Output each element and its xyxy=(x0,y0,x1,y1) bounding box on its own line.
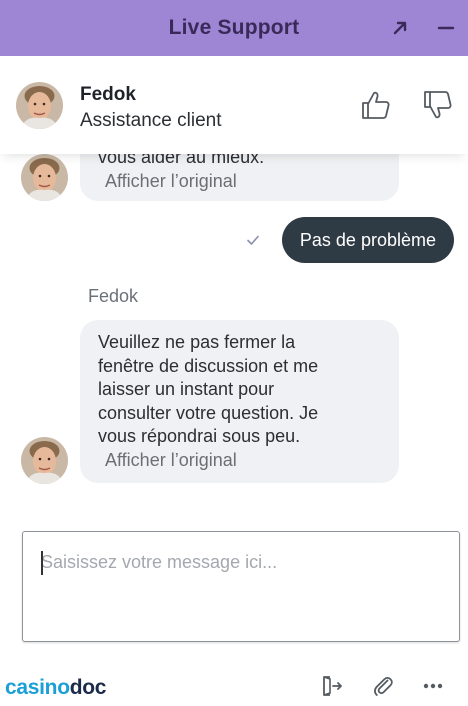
more-options-icon xyxy=(423,683,443,689)
minimize-button[interactable] xyxy=(430,12,462,44)
agent-role: Assistance client xyxy=(80,110,222,131)
thumbs-down-icon xyxy=(424,91,452,119)
thumbs-up-icon xyxy=(362,91,390,119)
paperclip-icon xyxy=(374,676,393,696)
visitor-message-bubble: Pas de problème xyxy=(281,217,454,263)
agent-avatar xyxy=(21,154,68,201)
rate-positive-button[interactable] xyxy=(359,88,393,122)
message-composer xyxy=(22,531,460,642)
more-options-button[interactable] xyxy=(419,672,447,700)
rate-negative-button[interactable] xyxy=(421,88,455,122)
message-sender-name: Fedok xyxy=(88,286,139,306)
expand-arrow-icon xyxy=(393,21,407,35)
agent-message-bubble: vous aider au mieux. Afficher l’original xyxy=(80,154,399,201)
chat-footer: casinodoc xyxy=(0,664,468,706)
brand-logo: casinodoc xyxy=(5,676,106,700)
agent-name: Fedok xyxy=(80,84,136,105)
attach-file-button[interactable] xyxy=(369,672,397,700)
chat-title: Live Support xyxy=(168,16,300,39)
message-text: vous aider au mieux. xyxy=(98,154,265,167)
check-icon xyxy=(247,235,259,245)
agent-avatar xyxy=(21,437,68,484)
brand-logo-part1: casino xyxy=(5,676,70,699)
show-original-link[interactable]: Afficher l’original xyxy=(105,170,381,194)
chat-transcript[interactable]: vous aider au mieux. Afficher l’original… xyxy=(0,154,468,514)
exit-icon xyxy=(323,676,342,696)
minimize-icon xyxy=(437,26,455,30)
message-input[interactable] xyxy=(23,532,459,641)
expand-button[interactable] xyxy=(384,12,416,44)
brand-logo-part2: doc xyxy=(69,676,107,699)
end-chat-button[interactable] xyxy=(318,672,346,700)
text-caret xyxy=(41,551,43,575)
agent-avatar xyxy=(16,82,63,129)
show-original-link[interactable]: Afficher l’original xyxy=(105,449,381,473)
agent-message-bubble: Veuillez ne pas fermer la fenêtre de dis… xyxy=(80,320,399,483)
agent-header: Fedok Assistance client xyxy=(0,56,468,154)
chat-titlebar: Live Support xyxy=(0,0,468,56)
message-text: Veuillez ne pas fermer la fenêtre de dis… xyxy=(98,332,319,446)
